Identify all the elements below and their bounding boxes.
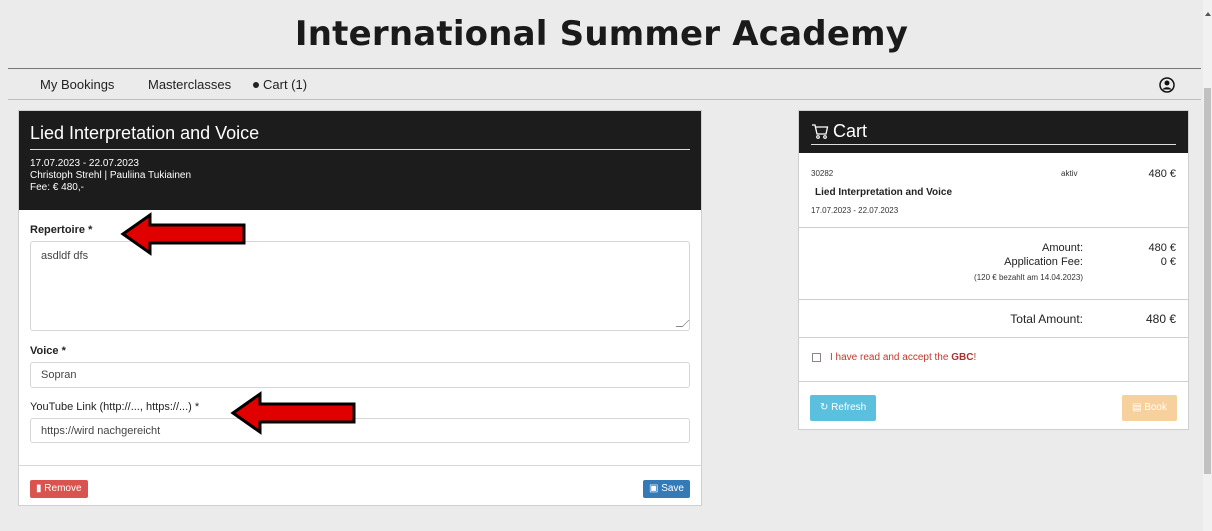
navbar: My Bookings Masterclasses Cart (1) — [8, 68, 1201, 100]
cart-item: 30282 aktiv 480 € Lied Interpretation an… — [799, 153, 1188, 228]
refresh-button-label: Refresh — [831, 402, 867, 413]
gbc-link[interactable]: GBC — [951, 352, 973, 363]
amount-value: 480 € — [1148, 242, 1176, 254]
app-header: International Summer Academy — [0, 0, 1203, 68]
gbc-row: I have read and accept the GBC! — [799, 338, 1188, 382]
annotation-arrow-icon — [230, 391, 356, 435]
save-button-label: Save — [661, 483, 684, 494]
voice-value: Sopran — [41, 369, 77, 381]
youtube-value: https://wird nachgereicht — [41, 425, 161, 437]
cart-item-name: Lied Interpretation and Voice — [815, 187, 953, 198]
cart-item-id: 30282 — [811, 169, 834, 178]
shopping-cart-icon — [812, 124, 829, 139]
cart-item-dates: 17.07.2023 - 22.07.2023 — [811, 206, 899, 215]
course-booking-panel: Lied Interpretation and Voice 17.07.2023… — [18, 110, 702, 506]
cart-header: Cart — [799, 111, 1188, 153]
amount-label: Amount: — [1042, 242, 1083, 254]
cart-actions: ↻ Refresh ▤ Book — [799, 382, 1188, 429]
refresh-icon: ↻ — [820, 402, 829, 413]
gbc-prefix: I have read and accept the — [830, 352, 952, 363]
cart-panel: Cart 30282 aktiv 480 € Lied Interpretati… — [798, 110, 1189, 430]
gbc-suffix: ! — [973, 352, 977, 363]
nav-cart[interactable]: Cart (1) — [253, 77, 307, 92]
form-footer: ▮ Remove ▣ Save — [19, 465, 701, 505]
annotation-arrow-icon — [120, 212, 246, 256]
application-fee-value: 0 € — [1160, 256, 1176, 268]
save-icon: ▣ — [648, 483, 659, 494]
application-fee-label: Application Fee: — [1004, 256, 1083, 268]
scrollbar[interactable] — [1203, 0, 1212, 531]
cart-title: Cart — [833, 121, 868, 141]
total-amount-label: Total Amount: — [1010, 312, 1083, 326]
app-title: International Summer Academy — [294, 14, 909, 54]
resize-handle-icon[interactable] — [675, 320, 690, 327]
book-button[interactable]: ▤ Book — [1121, 395, 1177, 421]
remove-button[interactable]: ▮ Remove — [30, 480, 88, 498]
course-header: Lied Interpretation and Voice 17.07.2023… — [19, 111, 701, 210]
application-fee-note: (120 € bezahlt am 14.04.2023) — [974, 273, 1083, 282]
youtube-input[interactable]: https://wird nachgereicht — [30, 418, 690, 443]
voice-label: Voice * — [30, 345, 66, 357]
scroll-up-arrow-icon[interactable] — [1205, 12, 1211, 16]
save-button[interactable]: ▣ Save — [642, 480, 690, 498]
remove-button-label: Remove — [44, 483, 82, 494]
refresh-button[interactable]: ↻ Refresh — [810, 395, 877, 421]
repertoire-value: asdldf dfs — [41, 250, 89, 262]
repertoire-label: Repertoire * — [30, 224, 93, 236]
book-button-label: Book — [1144, 402, 1167, 413]
dot-icon — [253, 82, 259, 88]
cart-item-price: 480 € — [1148, 168, 1176, 180]
course-dates: 17.07.2023 - 22.07.2023 — [30, 158, 139, 169]
voice-input[interactable]: Sopran — [30, 362, 690, 388]
cart-total: Total Amount: 480 € — [799, 300, 1188, 338]
scrollbar-thumb[interactable] — [1204, 88, 1211, 474]
gbc-label: I have read and accept the GBC! — [830, 352, 976, 363]
course-teachers: Christoph Strehl | Pauliina Tukiainen — [30, 170, 192, 181]
youtube-label: YouTube Link (http://..., https://...) * — [30, 401, 200, 413]
gbc-checkbox[interactable] — [812, 353, 821, 362]
nav-my-bookings[interactable]: My Bookings — [40, 77, 114, 92]
user-account-icon[interactable] — [1159, 77, 1175, 93]
book-icon: ▤ — [1131, 402, 1142, 413]
total-amount-value: 480 € — [1145, 312, 1176, 326]
nav-cart-label: Cart (1) — [263, 77, 308, 92]
course-fee: Fee: € 480,- — [30, 182, 84, 193]
cart-item-status: aktiv — [1061, 169, 1078, 178]
trash-icon: ▮ — [36, 483, 42, 494]
nav-masterclasses[interactable]: Masterclasses — [148, 77, 231, 92]
cart-summary: Amount: 480 € Application Fee: 0 € (120 … — [799, 228, 1188, 300]
course-title: Lied Interpretation and Voice — [30, 123, 690, 150]
